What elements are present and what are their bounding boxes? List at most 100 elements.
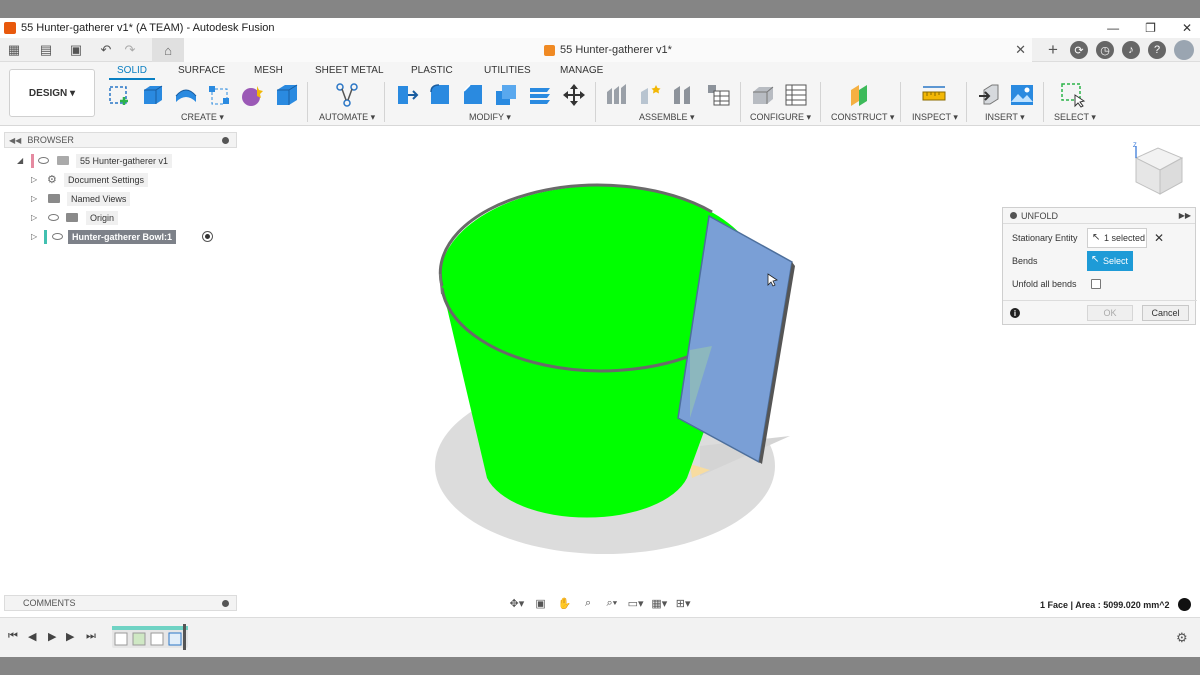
new-component-icon[interactable] bbox=[604, 82, 630, 108]
save-icon[interactable]: ▣ bbox=[66, 40, 86, 60]
group-assemble[interactable]: ASSEMBLE ▾ bbox=[639, 112, 695, 123]
unfold-dialog-header[interactable]: UNFOLD ▶▶ bbox=[1003, 208, 1195, 224]
group-create[interactable]: CREATE ▾ bbox=[181, 112, 224, 123]
browser-header[interactable]: ◀◀ BROWSER bbox=[4, 132, 237, 148]
collapsed-triangle-icon[interactable]: ▷ bbox=[31, 213, 37, 222]
collapsed-triangle-icon[interactable]: ▷ bbox=[31, 232, 37, 241]
tab-sheet-metal[interactable]: SHEET METAL bbox=[315, 65, 384, 76]
step-back-icon[interactable]: ◀ bbox=[28, 630, 36, 643]
minimize-button[interactable]: — bbox=[1107, 21, 1119, 35]
stationary-entity-selection[interactable]: ↖ 1 selected bbox=[1087, 228, 1147, 248]
configuration-table-icon[interactable] bbox=[783, 82, 809, 108]
collapsed-triangle-icon[interactable]: ▷ bbox=[31, 175, 37, 184]
revolve-icon[interactable] bbox=[173, 82, 199, 108]
shell-icon[interactable] bbox=[493, 82, 519, 108]
user-avatar[interactable] bbox=[1174, 40, 1194, 60]
expanded-triangle-icon[interactable]: ◢ bbox=[17, 156, 23, 165]
combine-icon[interactable] bbox=[527, 82, 553, 108]
tab-mesh[interactable]: MESH bbox=[254, 65, 283, 76]
maximize-button[interactable]: ❐ bbox=[1145, 21, 1156, 35]
app-grid-icon[interactable]: ▦ bbox=[4, 40, 24, 60]
configure-design-icon[interactable] bbox=[750, 82, 776, 108]
zoom-icon[interactable]: ⌕ bbox=[578, 596, 598, 610]
look-at-icon[interactable]: ▣ bbox=[531, 596, 551, 610]
home-tab[interactable]: ⌂ bbox=[152, 38, 184, 62]
help-icon[interactable]: ? bbox=[1148, 41, 1166, 59]
extensions-icon[interactable]: ⟳ bbox=[1070, 41, 1088, 59]
activate-component-radio-icon[interactable] bbox=[202, 231, 213, 242]
document-tab[interactable]: 55 Hunter-gatherer v1* ✕ bbox=[184, 38, 1032, 62]
undo-icon[interactable]: ↶ bbox=[96, 40, 116, 60]
sweep-icon[interactable] bbox=[206, 82, 232, 108]
timeline-track[interactable] bbox=[112, 626, 188, 648]
document-tab-close-icon[interactable]: ✕ bbox=[1015, 42, 1026, 58]
press-pull-icon[interactable] bbox=[394, 82, 420, 108]
insert-derive-icon[interactable] bbox=[976, 82, 1002, 108]
move-icon[interactable] bbox=[561, 82, 587, 108]
chamfer-icon[interactable] bbox=[460, 82, 486, 108]
clear-selection-icon[interactable]: ✕ bbox=[1154, 231, 1164, 245]
visibility-eye-icon[interactable] bbox=[48, 214, 59, 221]
display-settings-icon[interactable]: ▭▾ bbox=[626, 596, 646, 610]
group-modify[interactable]: MODIFY ▾ bbox=[469, 112, 511, 123]
go-to-end-icon[interactable]: ⏭ bbox=[86, 630, 96, 643]
panel-pin-icon[interactable] bbox=[222, 137, 229, 144]
measure-icon[interactable] bbox=[921, 82, 947, 108]
go-to-start-icon[interactable]: ⏮ bbox=[8, 630, 18, 643]
timeline-settings-gear-icon[interactable]: ⚙ bbox=[1176, 630, 1188, 646]
workspace-switcher-button[interactable]: DESIGN ▾ bbox=[9, 69, 95, 117]
step-forward-icon[interactable]: ▶ bbox=[66, 630, 74, 643]
viewports-icon[interactable]: ⊞▾ bbox=[673, 596, 693, 610]
browser-item-bowl-component[interactable]: ▷ Hunter-gatherer Bowl:1 bbox=[4, 227, 237, 246]
browser-item-origin[interactable]: ▷ Origin bbox=[4, 208, 237, 227]
info-icon[interactable]: i bbox=[1010, 308, 1020, 318]
offset-plane-icon[interactable] bbox=[847, 82, 873, 108]
collapse-panel-icon[interactable]: ◀◀ bbox=[9, 136, 21, 145]
expand-dialog-icon[interactable]: ▶▶ bbox=[1179, 211, 1191, 220]
collapsed-triangle-icon[interactable]: ▷ bbox=[31, 194, 37, 203]
fillet-icon[interactable] bbox=[427, 82, 453, 108]
tab-plastic[interactable]: PLASTIC bbox=[411, 65, 453, 76]
zoom-window-icon[interactable]: ⌕▾ bbox=[602, 596, 622, 610]
view-cube[interactable]: Z bbox=[1128, 140, 1188, 200]
insert-canvas-icon[interactable] bbox=[1009, 82, 1035, 108]
joint-icon[interactable] bbox=[638, 82, 664, 108]
grid-settings-icon[interactable]: ▦▾ bbox=[650, 596, 670, 610]
extrude-icon[interactable] bbox=[140, 82, 166, 108]
close-button[interactable]: ✕ bbox=[1182, 21, 1192, 35]
new-tab-icon[interactable]: + bbox=[1044, 40, 1062, 59]
browser-item-root[interactable]: ◢ 55 Hunter-gatherer v1 bbox=[4, 151, 237, 170]
ok-button[interactable]: OK bbox=[1087, 305, 1133, 321]
visibility-eye-icon[interactable] bbox=[52, 233, 63, 240]
browser-item-named-views[interactable]: ▷ Named Views bbox=[4, 189, 237, 208]
group-select[interactable]: SELECT ▾ bbox=[1054, 112, 1096, 123]
play-icon[interactable]: ▶ bbox=[48, 630, 56, 643]
tab-surface[interactable]: SURFACE bbox=[178, 65, 225, 76]
visibility-eye-icon[interactable] bbox=[38, 157, 49, 164]
window-select-icon[interactable] bbox=[1060, 82, 1086, 108]
notifications-icon[interactable]: ♪ bbox=[1122, 41, 1140, 59]
status-indicator-icon[interactable] bbox=[1178, 598, 1191, 611]
file-menu-icon[interactable]: ▤ bbox=[36, 40, 56, 60]
comments-header[interactable]: COMMENTS bbox=[4, 595, 237, 611]
group-configure[interactable]: CONFIGURE ▾ bbox=[750, 112, 811, 123]
automate-icon[interactable] bbox=[334, 82, 360, 108]
bends-select-button[interactable]: ↖ Select bbox=[1087, 251, 1133, 271]
group-inspect[interactable]: INSPECT ▾ bbox=[912, 112, 958, 123]
group-insert[interactable]: INSERT ▾ bbox=[985, 112, 1025, 123]
tab-solid[interactable]: SOLID bbox=[109, 65, 156, 80]
tab-utilities[interactable]: UTILITIES bbox=[484, 65, 531, 76]
unfold-all-bends-checkbox[interactable] bbox=[1091, 279, 1101, 289]
group-automate[interactable]: AUTOMATE ▾ bbox=[319, 112, 375, 123]
tab-manage[interactable]: MANAGE bbox=[560, 65, 603, 76]
comments-add-icon[interactable] bbox=[222, 600, 229, 607]
box-icon[interactable] bbox=[274, 82, 300, 108]
bill-of-materials-icon[interactable] bbox=[705, 82, 731, 108]
form-icon[interactable] bbox=[239, 82, 265, 108]
pan-icon[interactable]: ✋ bbox=[555, 596, 575, 610]
timeline-marker[interactable] bbox=[183, 624, 186, 650]
job-status-icon[interactable]: ◷ bbox=[1096, 41, 1114, 59]
group-construct[interactable]: CONSTRUCT ▾ bbox=[831, 112, 894, 123]
cancel-button[interactable]: Cancel bbox=[1142, 305, 1189, 321]
orbit-icon[interactable]: ✥▾ bbox=[507, 596, 527, 610]
